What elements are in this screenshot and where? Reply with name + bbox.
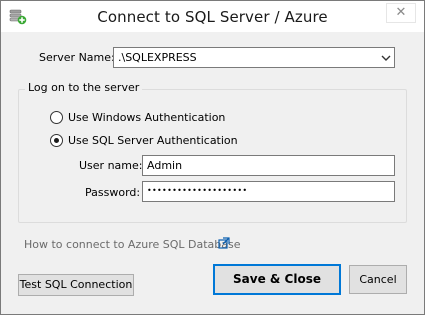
username-label: User name: [79, 159, 143, 172]
username-value: Admin [147, 159, 183, 172]
username-input[interactable]: Admin [142, 155, 395, 176]
server-name-label: Server Name: [39, 51, 115, 64]
azure-help-link[interactable]: How to connect to Azure SQL Database [24, 238, 241, 251]
password-mask: •••••••••••••••••••• [147, 186, 248, 195]
test-connection-button[interactable]: Test SQL Connection [18, 274, 134, 296]
password-input[interactable]: •••••••••••••••••••• [142, 181, 395, 202]
server-name-value: .\SQLEXPRESS [118, 51, 197, 64]
title-bar: Connect to SQL Server / Azure ✕ [1, 1, 424, 32]
windows-auth-radio[interactable] [50, 111, 63, 124]
sql-auth-label[interactable]: Use SQL Server Authentication [68, 134, 238, 147]
server-name-combobox[interactable]: .\SQLEXPRESS [113, 47, 395, 68]
radio-selected-dot [54, 138, 59, 143]
logon-group-title: Log on to the server [25, 81, 143, 94]
password-label: Password: [85, 186, 141, 199]
save-close-button[interactable]: Save & Close [213, 264, 341, 295]
cancel-button[interactable]: Cancel [349, 265, 407, 294]
chevron-down-icon[interactable] [381, 53, 391, 63]
window-title: Connect to SQL Server / Azure [97, 8, 328, 26]
dialog-window: Connect to SQL Server / Azure ✕ Server N… [0, 0, 425, 315]
close-icon: ✕ [395, 5, 407, 20]
windows-auth-label[interactable]: Use Windows Authentication [68, 111, 225, 124]
close-button[interactable]: ✕ [386, 3, 416, 23]
sql-auth-radio[interactable] [50, 134, 63, 147]
external-link-icon[interactable] [218, 237, 230, 249]
